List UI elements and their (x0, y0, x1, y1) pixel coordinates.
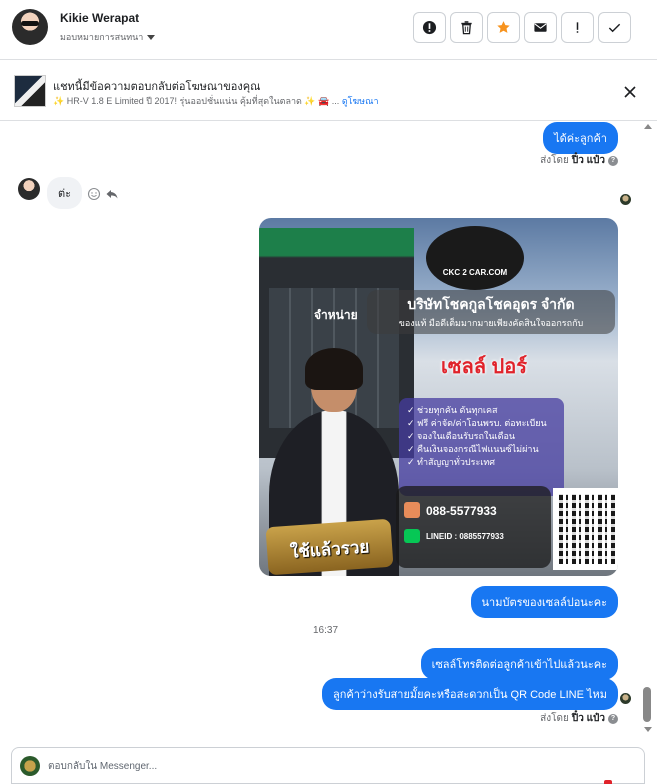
conversation-header: Kikie Werapat มอบหมายการสนทนา (0, 0, 657, 60)
seen-avatar (620, 194, 631, 205)
sent-by-name: ปิ๋ว แป๋ว (571, 713, 605, 724)
contact-avatar[interactable] (12, 9, 48, 45)
thread-scrollbar[interactable] (642, 122, 653, 734)
checkmark-icon (608, 23, 621, 33)
scroll-up-arrow[interactable] (644, 124, 652, 129)
close-icon[interactable] (623, 85, 637, 99)
ad-thumbnail (14, 75, 46, 107)
company-banner: บริษัทโชคกูลโชคอุดร จำกัด ของแท้ มือดีเต… (367, 290, 615, 334)
exclamation-icon (576, 22, 579, 33)
ad-banner-subtitle: ✨ HR-V 1.8 E Limited ปี 2017! รุ่นออปชั่… (53, 94, 379, 108)
help-icon[interactable]: ? (608, 713, 618, 724)
assign-conversation-label: มอบหมายการสนทนา (60, 32, 144, 42)
spam-button[interactable] (413, 12, 446, 43)
scroll-thumb[interactable] (643, 687, 651, 722)
message-thread: ได้ค่ะลูกค้า ส่งโดย ปิ๋ว แป๋ว ? ต่ะ จำหน… (0, 122, 640, 734)
assign-conversation-dropdown[interactable]: มอบหมายการสนทนา (60, 30, 156, 44)
company-name: บริษัทโชคกูลโชคอุดร จำกัด (407, 296, 575, 312)
tagline-badge: ใช้แล้วรวย (265, 518, 394, 576)
view-ad-link[interactable]: ดูโฆษณา (342, 96, 379, 106)
ad-reply-banner: แชทนี้มีข้อความตอบกลับต่อโฆษณาของคุณ ✨ H… (0, 61, 657, 121)
phone-icon (404, 502, 420, 518)
business-card-image[interactable]: จำหน่าย CKC 2 CAR.COM บริษัทโชคกูลโชคอุด… (259, 218, 618, 576)
sent-by-prefix: ส่งโดย (540, 713, 569, 724)
star-button[interactable] (487, 12, 520, 43)
sent-by-prefix: ส่งโดย (540, 155, 569, 166)
company-slogan: ของแท้ มือดีเต็มมากมายเพียงคัดสินใจออกรถ… (398, 318, 584, 328)
message-actions (87, 187, 119, 201)
outgoing-message[interactable]: ลูกค้าว่างรับสายมั้ยคะหรือสะดวกเป็น QR C… (322, 678, 618, 710)
emoji-react-icon[interactable] (87, 187, 101, 201)
benefit-item: ✓ ทำสัญญาทั่วประเทศ (407, 457, 496, 467)
incoming-message[interactable]: ต่ะ (47, 177, 83, 209)
reply-icon[interactable] (105, 187, 119, 201)
alert-circle-icon (422, 20, 437, 35)
outgoing-message[interactable]: ได้ค่ะลูกค้า (543, 122, 618, 154)
benefit-item: ✓ ช่วยทุกคัน ดันทุกเคส (407, 405, 498, 415)
benefits-list: ✓ ช่วยทุกคัน ดันทุกเคส ✓ ฟรี ค่าจัด/ค่าโ… (399, 398, 564, 496)
contact-name[interactable]: Kikie Werapat (60, 11, 139, 25)
reply-composer (11, 747, 645, 784)
contact-avatar-small (18, 178, 40, 200)
scroll-down-arrow[interactable] (644, 727, 652, 732)
envelope-icon (534, 23, 547, 32)
header-actions (413, 12, 631, 43)
help-icon[interactable]: ? (608, 155, 618, 166)
follow-up-button[interactable] (561, 12, 594, 43)
trash-icon (461, 21, 472, 35)
ad-description: ✨ HR-V 1.8 E Limited ปี 2017! รุ่นออปชั่… (53, 96, 340, 106)
benefit-item: ✓ ฟรี ค่าจัด/ค่าโอนพรบ. ต่อทะเบียน (407, 418, 547, 428)
star-icon (497, 21, 510, 33)
email-button[interactable] (524, 12, 557, 43)
outgoing-message[interactable]: นามบัตรของเซลล์ปอนะคะ (470, 586, 618, 618)
sent-by-label: ส่งโดย ปิ๋ว แป๋ว ? (540, 711, 618, 726)
contact-box: 088-5577933 LINEID : 0885577933 (396, 486, 551, 568)
seen-avatar (620, 693, 631, 704)
notification-marker (604, 780, 612, 784)
done-button[interactable] (598, 12, 631, 43)
delete-button[interactable] (450, 12, 483, 43)
shop-sign-text: จำหน่าย (314, 308, 358, 322)
line-id: LINEID : 0885577933 (426, 532, 504, 541)
ad-banner-title: แชทนี้มีข้อความตอบกลับต่อโฆษณาของคุณ (53, 81, 261, 93)
sent-by-name: ปิ๋ว แป๋ว (571, 155, 605, 166)
outgoing-message[interactable]: เซลล์โทรติดต่อลูกค้าเข้าไปแล้วนะคะ (420, 648, 618, 680)
benefit-item: ✓ คืนเงินจองกรณีไฟแนนซ์ไม่ผ่าน (407, 444, 539, 454)
message-timestamp: 16:37 (313, 625, 339, 636)
page-avatar (20, 756, 40, 776)
sales-name: เซลล์ ปอร์ (441, 356, 527, 378)
caret-down-icon (147, 34, 156, 40)
line-icon (404, 529, 420, 543)
phone-number: 088-5577933 (426, 504, 497, 518)
company-logo: CKC 2 CAR.COM (426, 226, 524, 290)
benefit-item: ✓ จองในเดือนรับรถในเดือน (407, 431, 515, 441)
sent-by-label: ส่งโดย ปิ๋ว แป๋ว ? (540, 153, 618, 168)
qr-code (553, 488, 618, 570)
reply-input[interactable] (48, 757, 608, 775)
